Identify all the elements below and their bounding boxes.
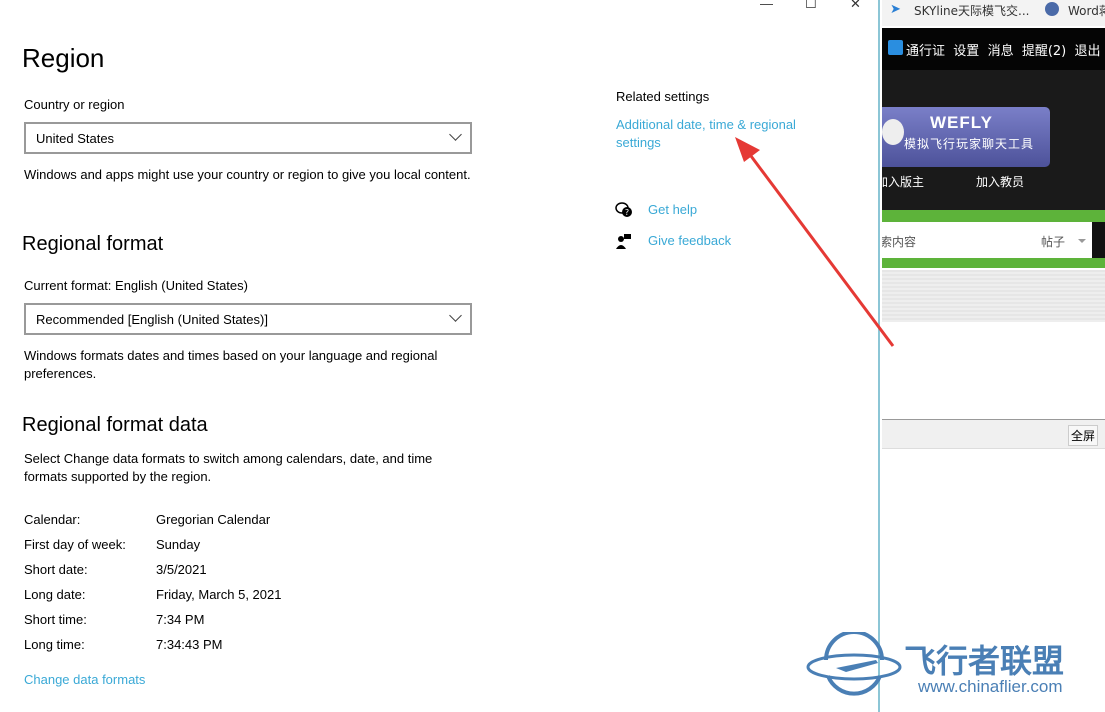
watermark-url: www.chinaflier.com xyxy=(918,677,1063,696)
watermark-cn: 飞行者联盟 xyxy=(904,642,1065,680)
red-arrow-annotation xyxy=(735,137,895,347)
planet-logo-icon xyxy=(806,632,902,696)
chinaflier-watermark: 飞行者联盟 www.chinaflier.com xyxy=(806,632,1102,698)
